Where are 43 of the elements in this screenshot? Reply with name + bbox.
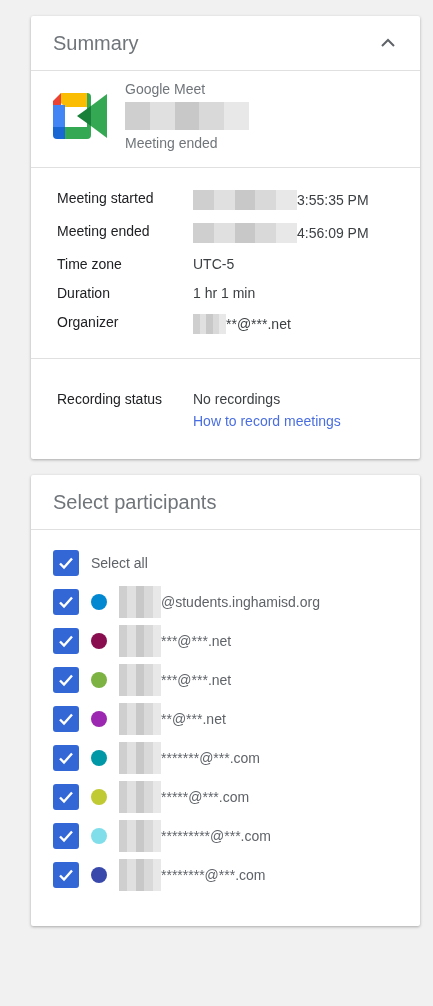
- checkbox[interactable]: [53, 706, 79, 732]
- checkbox[interactable]: [53, 745, 79, 771]
- checkbox[interactable]: [53, 862, 79, 888]
- meeting-status: Meeting ended: [125, 135, 219, 151]
- detail-label: Organizer: [57, 314, 120, 332]
- detail-value: UTC-5: [193, 256, 235, 272]
- redacted-text: [119, 664, 161, 696]
- detail-value: No recordings: [193, 391, 282, 407]
- detail-value: 3:55:35 PM: [297, 192, 369, 208]
- checkbox[interactable]: [53, 550, 79, 576]
- card-title: Summary: [53, 31, 139, 55]
- detail-value: 1 hr 1 min: [193, 285, 256, 301]
- help-link[interactable]: How to record meetings: [193, 413, 341, 429]
- redacted-text: [119, 859, 161, 891]
- checkbox[interactable]: [53, 784, 79, 810]
- checkbox[interactable]: [53, 823, 79, 849]
- detail-label: Duration: [57, 285, 111, 301]
- detail-value: 4:56:09 PM: [297, 225, 369, 241]
- participant-email: ********@***.com: [161, 867, 266, 883]
- redacted-text: [119, 820, 161, 852]
- participant-email: ***@***.net: [161, 672, 232, 688]
- checkbox[interactable]: [53, 589, 79, 615]
- detail-value: **@***.net: [226, 316, 291, 332]
- select-all-label: Select all: [91, 555, 148, 571]
- participant-email: @students.inghamisd.org: [161, 594, 320, 610]
- participant-email: *********@***.com: [161, 828, 271, 844]
- redacted-text: [119, 625, 161, 657]
- participant-email: *****@***.com: [161, 789, 250, 805]
- checkbox[interactable]: [53, 628, 79, 654]
- redacted-text: [119, 703, 161, 735]
- participant-email: **@***.net: [161, 711, 226, 727]
- redacted-text: [119, 742, 161, 774]
- participant-email: ***@***.net: [161, 633, 232, 649]
- redacted-text: [119, 586, 161, 618]
- detail-label: Meeting ended: [57, 223, 151, 241]
- redacted-text: [119, 781, 161, 813]
- detail-label: Time zone: [57, 256, 123, 272]
- detail-label: Meeting started: [57, 190, 155, 208]
- card-title: Select participants: [53, 490, 217, 514]
- participant-email: *******@***.com: [161, 750, 261, 766]
- checkbox[interactable]: [53, 667, 79, 693]
- app-name: Google Meet: [125, 81, 207, 97]
- detail-label: Recording status: [57, 391, 164, 407]
